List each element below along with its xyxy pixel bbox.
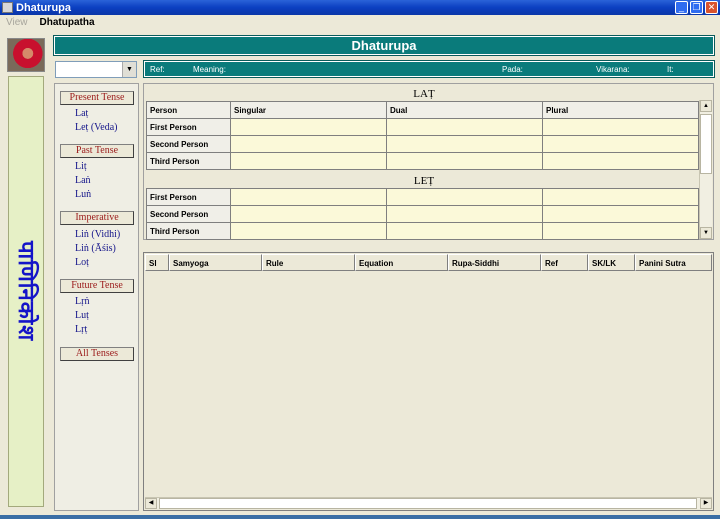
page-title: Dhaturupa [54,36,714,55]
table-row: Third Person [146,152,699,170]
taskbar-edge [0,515,720,519]
col-sl[interactable]: Sl [145,254,169,271]
dhatu-combo[interactable]: ▼ [55,61,137,78]
scroll-down-icon[interactable]: ▼ [700,227,712,239]
app-icon [2,2,13,13]
maximize-button[interactable]: ❐ [690,1,703,14]
let-table: First Person Second Person Third Person [146,188,699,240]
tense-item-let[interactable]: Leṭ (Veda) [75,122,117,133]
siddhi-grid: Sl Samyoga Rule Equation Rupa-Siddhi Ref… [143,252,714,511]
col-singular: Singular [230,101,387,119]
conjugation-tables: LAṬ Person Singular Dual Plural First Pe… [143,83,714,240]
tense-item-lrn[interactable]: Lṛṅ [75,296,89,307]
title-bar: Dhaturupa _ ❐ ✕ [0,0,720,15]
tables-scrollbar[interactable]: ▲ ▼ [699,100,712,239]
row-third-person: Third Person [146,152,231,170]
table-row: First Person [146,188,699,206]
col-rule[interactable]: Rule [262,254,355,271]
window-title: Dhaturupa [16,1,71,14]
lat-table: Person Singular Dual Plural First Person… [146,101,699,170]
tense-item-lot[interactable]: Loṭ [75,257,89,268]
col-sk-lk[interactable]: SK/LK [588,254,635,271]
row-second-person: Second Person [146,135,231,153]
left-strip: पाणिनिकोश [4,36,48,510]
row-second-person: Second Person [146,205,231,223]
tense-item-lit[interactable]: Liṭ [75,161,87,172]
row-first-person: First Person [146,118,231,136]
scroll-left-icon[interactable]: ◀ [145,498,157,509]
col-panini-sutra[interactable]: Panini Sutra [635,254,712,271]
all-tenses-button[interactable]: All Tenses [60,347,134,361]
scroll-thumb[interactable] [700,114,712,174]
col-equation[interactable]: Equation [355,254,448,271]
table-row: Third Person [146,222,699,240]
tense-item-lut[interactable]: Luṭ [75,310,89,321]
col-dual: Dual [386,101,543,119]
tense-item-lin-vidhi[interactable]: Liṅ (Vidhi) [75,229,120,240]
menu-bar: View Dhatupatha [0,15,720,30]
tense-item-lin-asis[interactable]: Liṅ (Āśis) [75,243,116,254]
menu-view[interactable]: View [0,17,34,28]
meaning-label: Meaning: [193,65,226,74]
row-third-person: Third Person [146,222,231,240]
col-ref[interactable]: Ref [541,254,588,271]
col-rupa-siddhi[interactable]: Rupa-Siddhi [448,254,541,271]
grid-hscrollbar[interactable]: ◀ ▶ [145,497,712,509]
future-tense-button[interactable]: Future Tense [60,279,134,293]
let-title: LEṬ [413,175,435,187]
ref-label: Ref: [150,65,165,74]
pada-label: Pada: [502,65,523,74]
row-first-person: First Person [146,188,231,206]
tense-item-lan[interactable]: Laṅ [75,175,91,186]
info-bar: Ref: Meaning: Pada: Vikarana: It: [144,61,714,77]
banner-text: पाणिनिकोश [14,241,39,342]
table-row: Second Person [146,135,699,153]
table-row: First Person [146,118,699,136]
hscroll-thumb[interactable] [159,498,697,509]
close-button[interactable]: ✕ [705,1,718,14]
tense-panel: Present Tense Laṭ Leṭ (Veda) Past Tense … [54,83,139,511]
avatar [7,38,45,72]
vertical-banner: पाणिनिकोश [8,76,44,507]
scroll-right-icon[interactable]: ▶ [700,498,712,509]
imperative-button[interactable]: Imperative [60,211,134,225]
scroll-up-icon[interactable]: ▲ [700,100,712,112]
col-samyoga[interactable]: Samyoga [169,254,262,271]
lat-title: LAṬ [413,88,435,100]
minimize-button[interactable]: _ [675,1,688,14]
it-label: It: [667,65,674,74]
col-plural: Plural [542,101,699,119]
vikarana-label: Vikarana: [596,65,630,74]
tense-item-lun[interactable]: Luṅ [75,189,91,200]
siddhi-header: Sl Samyoga Rule Equation Rupa-Siddhi Ref… [145,254,712,271]
menu-dhatupatha[interactable]: Dhatupatha [34,17,101,28]
col-person: Person [146,101,231,119]
tense-item-lrt[interactable]: Lṛṭ [75,324,87,335]
table-row: Second Person [146,205,699,223]
tense-item-lat[interactable]: Laṭ [75,108,88,119]
present-tense-button[interactable]: Present Tense [60,91,134,105]
past-tense-button[interactable]: Past Tense [60,144,134,158]
chevron-down-icon[interactable]: ▼ [122,62,136,77]
